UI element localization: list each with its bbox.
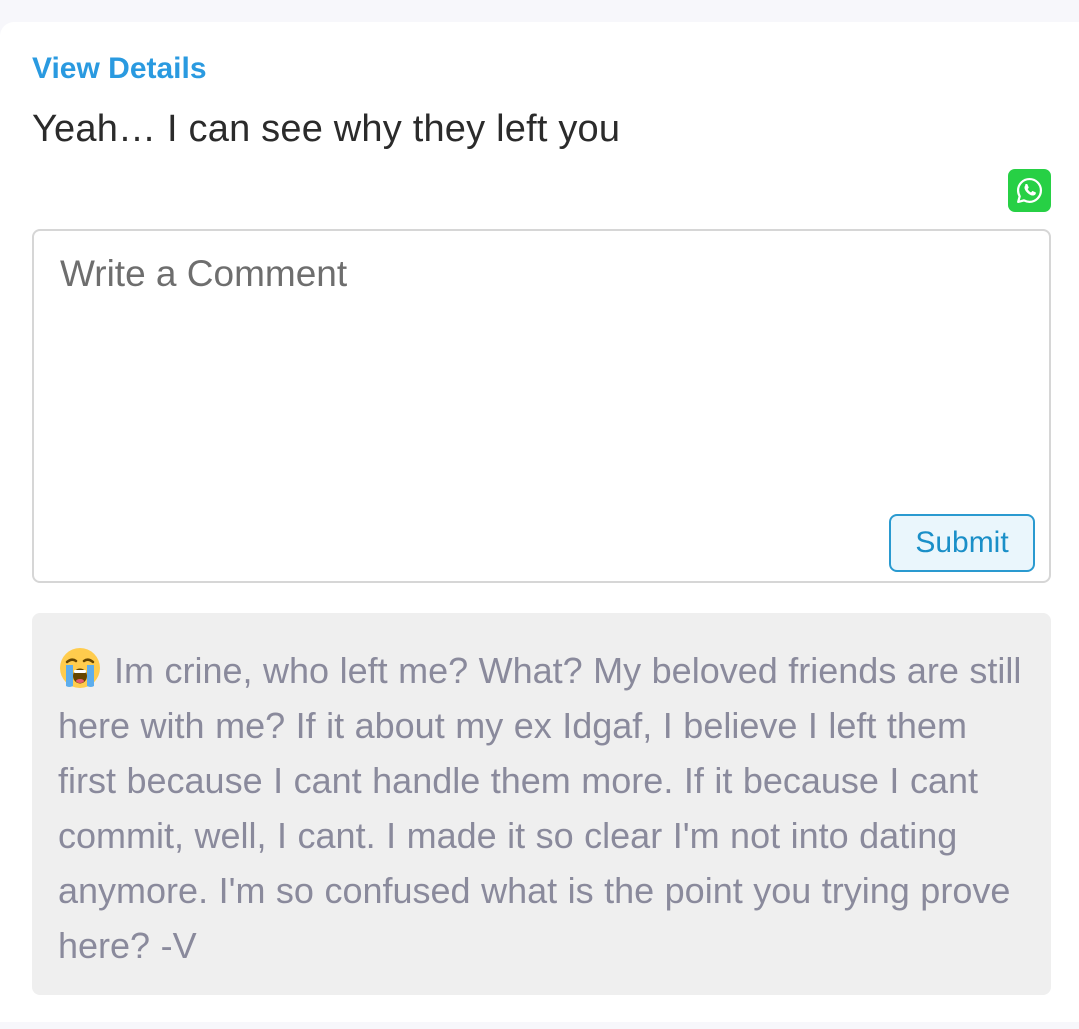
reply-card: Im crine, who left me? What? My beloved …: [32, 613, 1051, 995]
submit-button[interactable]: Submit: [889, 514, 1035, 572]
post-card: View Details Yeah… I can see why they le…: [0, 22, 1079, 1022]
reply-content: Im crine, who left me? What? My beloved …: [58, 643, 1025, 973]
comment-box: Submit: [32, 229, 1051, 583]
view-details-link[interactable]: View Details: [32, 52, 207, 86]
whatsapp-icon: [1014, 175, 1045, 206]
whatsapp-share-button[interactable]: [1008, 169, 1051, 212]
loudly-crying-face-emoji-icon: [58, 646, 102, 690]
reply-text: Im crine, who left me? What? My beloved …: [58, 650, 1022, 966]
post-text: Yeah… I can see why they left you: [32, 108, 621, 150]
